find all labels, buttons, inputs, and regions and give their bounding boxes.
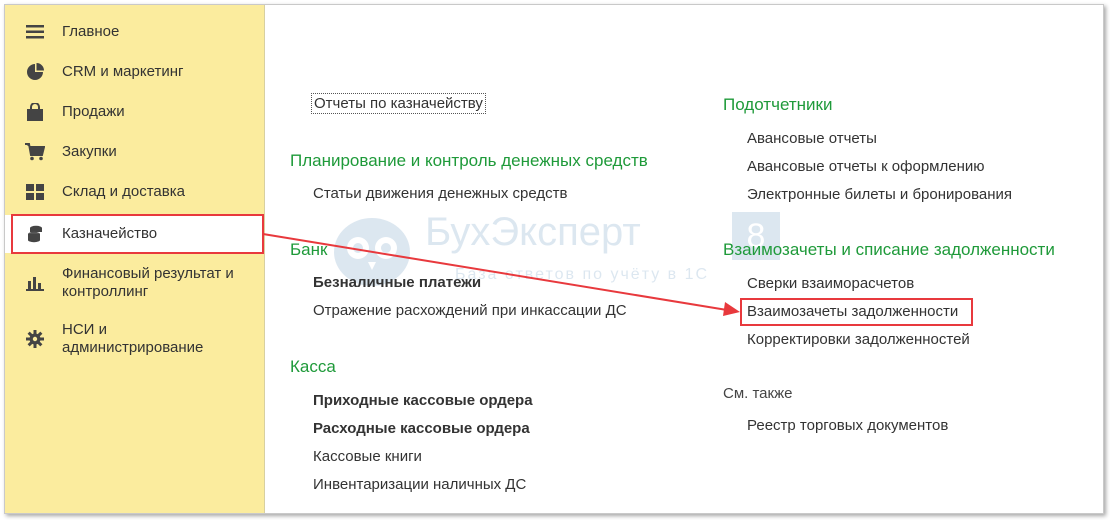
section-title-cash: Касса (290, 357, 336, 376)
link-incoming-cash-orders[interactable]: Приходные кассовые ордера (313, 392, 533, 409)
sidebar-item-finance[interactable]: Финансовый результат и контроллинг (5, 263, 264, 303)
link-settlement-reconciliation[interactable]: Сверки взаиморасчетов (747, 275, 914, 292)
section-title-see-also: См. также (723, 385, 793, 402)
debt-offsets-highlight-frame (740, 298, 973, 326)
menu-icon (25, 22, 45, 42)
sidebar-item-crm[interactable]: CRM и маркетинг (5, 59, 264, 85)
link-debt-adjustments[interactable]: Корректировки задолженностей (747, 331, 970, 348)
sidebar-item-label: НСИ и администрирование (62, 321, 204, 356)
link-outgoing-cash-orders[interactable]: Расходные кассовые ордера (313, 420, 530, 437)
shopping-cart-icon (25, 142, 45, 162)
sidebar: Главное CRM и маркетинг Продажи Закупки (5, 5, 265, 513)
shopping-bag-icon (25, 102, 45, 122)
link-advance-reports[interactable]: Авансовые отчеты (747, 130, 877, 147)
sidebar-item-label: Финансовый результат и контроллинг (62, 265, 234, 300)
link-encashment-discrepancies[interactable]: Отражение расхождений при инкассации ДС (313, 302, 627, 319)
link-trade-documents-register[interactable]: Реестр торговых документов (747, 417, 948, 434)
link-cash-inventory[interactable]: Инвентаризации наличных ДС (313, 476, 526, 493)
sidebar-item-settings[interactable]: НСИ и администрирование (5, 319, 264, 359)
sidebar-item-sales[interactable]: Продажи (5, 99, 264, 125)
link-cash-books[interactable]: Кассовые книги (313, 448, 422, 465)
link-advance-reports-to-process[interactable]: Авансовые отчеты к оформлению (747, 158, 984, 175)
pie-chart-icon (25, 62, 45, 82)
section-title-accountable: Подотчетники (723, 95, 833, 114)
sidebar-item-label: Главное (62, 23, 120, 40)
section-title-offsets: Взаимозачеты и списание задолженности (723, 240, 1055, 259)
link-cashless-payments[interactable]: Безналичные платежи (313, 274, 481, 291)
section-title-planning: Планирование и контроль денежных средств (290, 151, 648, 170)
sidebar-item-label: CRM и маркетинг (62, 63, 184, 80)
link-e-tickets[interactable]: Электронные билеты и бронирования (747, 186, 1012, 203)
sidebar-item-label: Закупки (62, 143, 117, 160)
sidebar-item-purchases[interactable]: Закупки (5, 139, 264, 165)
section-title-bank: Банк (290, 240, 328, 259)
link-cash-flow-items[interactable]: Статьи движения денежных средств (313, 185, 567, 202)
sidebar-item-main[interactable]: Главное (5, 19, 264, 45)
bar-chart-icon (25, 273, 45, 293)
sidebar-item-warehouse[interactable]: Склад и доставка (5, 179, 264, 205)
app-window: Главное CRM и маркетинг Продажи Закупки (4, 4, 1104, 514)
treasury-highlight-frame (11, 214, 264, 254)
main-content: Отчеты по казначейству Планирование и ко… (265, 5, 1103, 513)
sidebar-item-label: Склад и доставка (62, 183, 185, 200)
warehouse-icon (25, 182, 45, 202)
treasury-reports-link[interactable]: Отчеты по казначейству (311, 93, 486, 114)
sidebar-item-label: Продажи (62, 103, 125, 120)
gear-icon (25, 329, 45, 349)
